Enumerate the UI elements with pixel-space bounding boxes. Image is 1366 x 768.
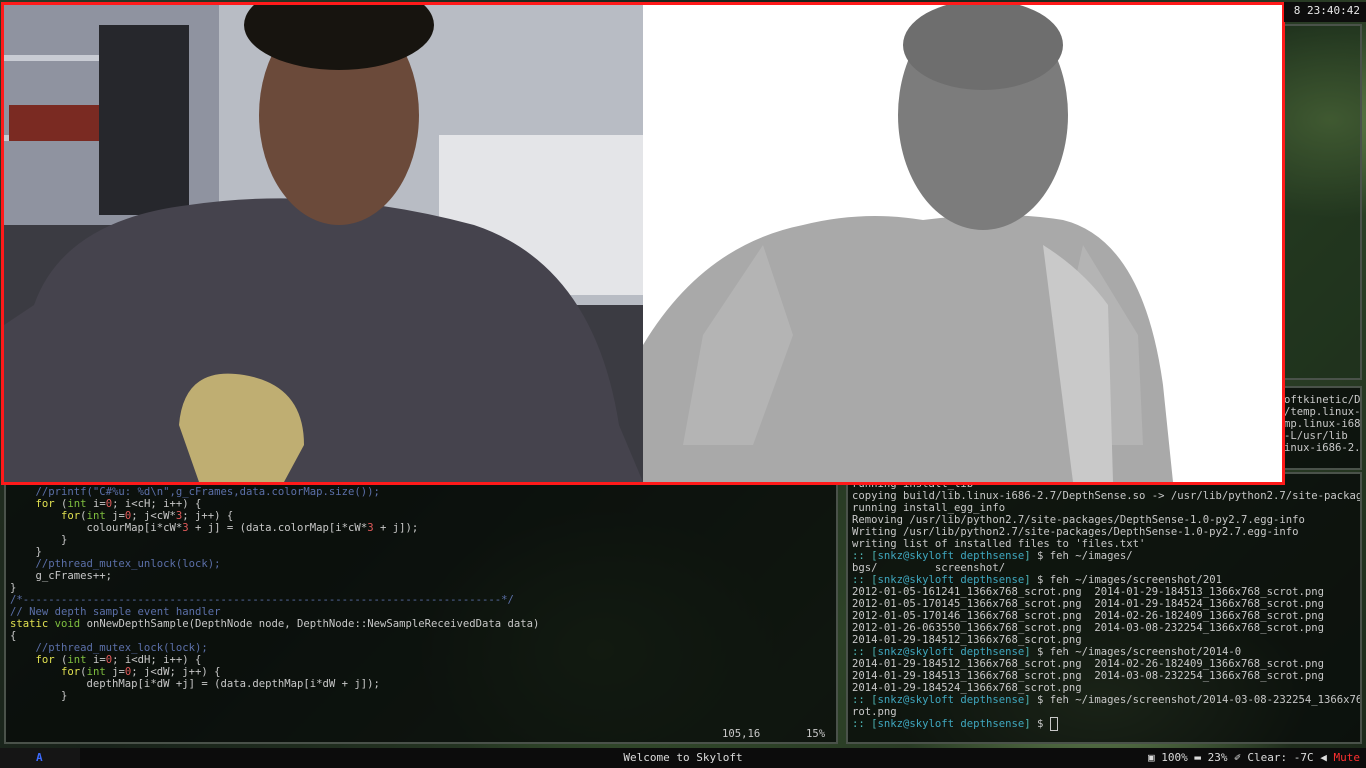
weather-value: Clear: -7C: [1247, 751, 1314, 764]
editor-line: //pthread_mutex_unlock(lock);: [10, 558, 221, 570]
terminal-line: running install_egg_info: [852, 502, 1006, 514]
editor-line: g_cFrames++;: [10, 570, 113, 582]
editor-line: //printf("C#%u: %d\n",g_cFrames,data.col…: [10, 486, 380, 498]
depth-camera-feed: [643, 5, 1282, 482]
editor-line: {: [10, 630, 17, 642]
editor-line: }: [10, 582, 17, 594]
system-tray: ▣ 100% ▬ 23% ✐ Clear: -7C ◀ Mute: [1148, 748, 1360, 768]
brightness-value: 100%: [1161, 751, 1188, 764]
weather-icon: ✐: [1234, 751, 1241, 764]
terminal-line: :: [snkz@skyloft depthsense] $ feh ~/ima…: [852, 646, 1242, 658]
monitor-icon: ▣: [1148, 751, 1155, 764]
editor-line: }: [10, 690, 68, 702]
speaker-icon[interactable]: ◀: [1320, 751, 1327, 764]
editor-scroll-percent: 15%: [806, 728, 826, 740]
side-terminal-line: /temp.linux-: [1284, 406, 1361, 418]
terminal-line: Removing /usr/lib/python2.7/site-package…: [852, 514, 1305, 526]
terminal-line: 2014-01-29-184513_1366x768_scrot.png 201…: [852, 670, 1324, 682]
battery-value: 23%: [1207, 751, 1228, 764]
editor-line: for(int j=0; j<cW*3; j++) {: [61, 510, 234, 522]
volume-status[interactable]: Mute: [1334, 751, 1361, 764]
terminal-line: 2014-01-29-184512_1366x768_scrot.png: [852, 634, 1082, 646]
editor-line: for(int j=0; j<dW; j++) {: [61, 666, 221, 678]
terminal-line: writing list of installed files to 'file…: [852, 538, 1146, 550]
side-terminal[interactable]: oftkinetic/D/temp.linux-mp.linux-i68 -L/u…: [1280, 386, 1362, 470]
editor-code[interactable]: //printf("C#%u: %d\n",g_cFrames,data.col…: [10, 486, 539, 702]
editor-line: /*--------------------------------------…: [10, 594, 514, 606]
terminal-line: rot.png: [852, 706, 897, 718]
side-terminal-top[interactable]: [1280, 24, 1362, 380]
camera-viewer-window[interactable]: [1, 2, 1285, 485]
side-terminal-output: oftkinetic/D/temp.linux-mp.linux-i68 -L/u…: [1284, 394, 1362, 454]
editor-line: //pthread_mutex_lock(lock);: [10, 642, 208, 654]
terminal-line: Writing /usr/lib/python2.7/site-packages…: [852, 526, 1299, 538]
color-camera-feed: [4, 5, 643, 482]
editor-line: }: [10, 534, 68, 546]
system-clock: 8 23:40:42: [1284, 2, 1366, 22]
terminal-line: 2012-01-05-170145_1366x768_scrot.png 201…: [852, 598, 1324, 610]
side-terminal-line: mp.linux-i68: [1284, 418, 1361, 430]
editor-line: // New depth sample event handler: [10, 606, 221, 618]
editor-cursor-position: 105,16: [722, 728, 761, 740]
terminal-line: 2012-01-05-170146_1366x768_scrot.png 201…: [852, 610, 1324, 622]
status-bar: A Welcome to Skyloft ▣ 100% ▬ 23% ✐ Clea…: [0, 748, 1366, 768]
editor-line: colourMap[i*cW*3 + j] = (data.colorMap[i…: [10, 522, 419, 534]
terminal-line: copying build/lib.linux-i686-2.7/DepthSe…: [852, 490, 1362, 502]
editor-line: for (int i=0; i<cH; i++) {: [35, 498, 202, 510]
battery-icon: ▬: [1194, 751, 1202, 764]
terminal-line: 2014-01-29-184512_1366x768_scrot.png 201…: [852, 658, 1324, 670]
editor-line: for (int i=0; i<dH; i++) {: [35, 654, 202, 666]
terminal-line: 2014-01-29-184524_1366x768_scrot.png: [852, 682, 1082, 694]
terminal-line: :: [snkz@skyloft depthsense] $ feh ~/ima…: [852, 574, 1222, 586]
editor-line: static void onNewDepthSample(DepthNode n…: [10, 618, 540, 630]
editor-line: }: [10, 546, 42, 558]
terminal-line: 2012-01-26-063550_1366x768_scrot.png 201…: [852, 622, 1324, 634]
terminal-output[interactable]: running install_libcopying build/lib.lin…: [852, 478, 1362, 731]
terminal-line: :: [snkz@skyloft depthsense] $ feh ~/ima…: [852, 694, 1362, 706]
editor-line: depthMap[i*dW +j] = (data.depthMap[i*dW …: [10, 678, 380, 690]
shell-terminal-window[interactable]: running install_libcopying build/lib.lin…: [846, 472, 1362, 744]
vim-editor-window[interactable]: //printf("C#%u: %d\n",g_cFrames,data.col…: [4, 472, 838, 744]
side-terminal-line: inux-i686-2.7: [1284, 442, 1362, 454]
side-terminal-line: oftkinetic/D: [1284, 394, 1361, 406]
terminal-line: :: [snkz@skyloft depthsense] $: [852, 717, 1360, 731]
terminal-line: :: [snkz@skyloft depthsense] $ feh ~/ima…: [852, 550, 1133, 562]
terminal-line: bgs/ screenshot/: [852, 562, 1006, 574]
side-terminal-line: -L/usr/lib: [1284, 430, 1348, 442]
terminal-line: 2012-01-05-161241_1366x768_scrot.png 201…: [852, 586, 1324, 598]
